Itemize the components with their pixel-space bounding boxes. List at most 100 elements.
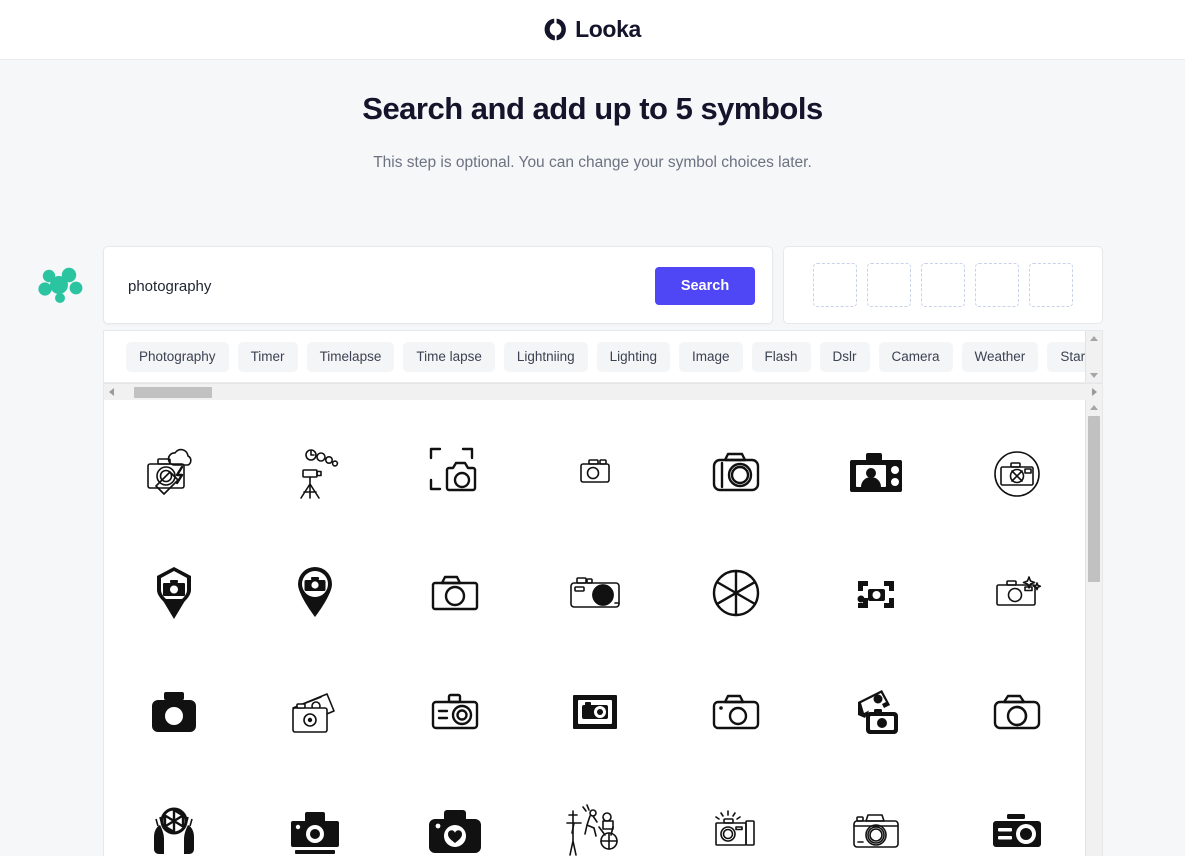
- symbol-tile[interactable]: [947, 531, 1087, 650]
- camera-crop-frame-icon: [423, 440, 487, 504]
- symbol-grid: [104, 400, 1087, 856]
- symbol-tile[interactable]: [806, 769, 946, 856]
- tag-chip[interactable]: Image: [678, 342, 743, 372]
- brand-logo[interactable]: Looka: [544, 16, 641, 43]
- camera-sparkle-thin-icon: [985, 559, 1049, 623]
- symbol-tile[interactable]: [244, 769, 384, 856]
- camera-framed-square-icon: [563, 678, 627, 742]
- symbol-slot-5[interactable]: [1029, 263, 1073, 307]
- scrollbar-thumb[interactable]: [134, 387, 212, 398]
- tag-chip[interactable]: Lightniing: [503, 342, 588, 372]
- symbol-tile[interactable]: [806, 531, 946, 650]
- symbol-slot-3[interactable]: [921, 263, 965, 307]
- camera-filled-lines-lens-icon: [985, 797, 1049, 856]
- symbol-tile[interactable]: [666, 412, 806, 531]
- camera-dot-outline-icon: [704, 678, 768, 742]
- tags-horizontal-scrollbar[interactable]: [104, 383, 1102, 400]
- camera-filled-stand-icon: [283, 797, 347, 856]
- page-subtitle: This step is optional. You can change yo…: [373, 154, 812, 171]
- tag-chip[interactable]: Weather: [961, 342, 1039, 372]
- selected-symbol-slots: [783, 246, 1103, 324]
- camera-small-outline-icon: [563, 440, 627, 504]
- looka-logo-icon: [544, 18, 567, 41]
- search-input[interactable]: [126, 265, 636, 307]
- symbol-slot-4[interactable]: [975, 263, 1019, 307]
- map-pin-camera-icon: [283, 559, 347, 623]
- hands-aperture-icon: [142, 797, 206, 856]
- camera-filled-rounded-icon: [142, 678, 206, 742]
- page-title: Search and add up to 5 symbols: [362, 91, 823, 126]
- symbol-tile[interactable]: [806, 412, 946, 531]
- symbol-tile[interactable]: [525, 650, 665, 769]
- symbol-tile[interactable]: [244, 650, 384, 769]
- tripod-timelapse-icon: [283, 440, 347, 504]
- tag-chip[interactable]: Timelapse: [306, 342, 395, 372]
- camera-crescent-lens-icon: [985, 678, 1049, 742]
- symbol-tile[interactable]: [104, 531, 244, 650]
- camera-flash-thin-icon: [704, 797, 768, 856]
- aperture-shutter-icon: [704, 559, 768, 623]
- symbol-tile[interactable]: [104, 412, 244, 531]
- related-tags-strip: Photography Timer Timelapse Time lapse Light…: [104, 331, 1102, 383]
- symbol-tile[interactable]: [104, 650, 244, 769]
- scroll-down-arrow-icon[interactable]: [1090, 373, 1098, 378]
- map-pin-shield-camera-icon: [142, 559, 206, 623]
- symbol-tile[interactable]: [525, 531, 665, 650]
- camera-wide-lens-icon: [563, 559, 627, 623]
- symbol-tile[interactable]: [666, 769, 806, 856]
- search-row: Search: [0, 246, 1185, 324]
- grid-vertical-scrollbar[interactable]: [1085, 400, 1102, 856]
- symbol-slot-1[interactable]: [813, 263, 857, 307]
- scroll-right-arrow-icon[interactable]: [1092, 388, 1097, 396]
- tag-chip[interactable]: Camera: [878, 342, 953, 372]
- camera-photos-stack-icon: [283, 678, 347, 742]
- search-card: Search: [103, 246, 773, 324]
- symbol-tile[interactable]: [947, 769, 1087, 856]
- tags-vertical-scrollbar[interactable]: [1085, 331, 1102, 382]
- scroll-left-arrow-icon[interactable]: [109, 388, 114, 396]
- camera-focus-brackets-icon: [844, 559, 908, 623]
- brand-name: Looka: [575, 16, 641, 42]
- tag-chip[interactable]: Photography: [126, 342, 229, 372]
- grid-scrollbar-thumb[interactable]: [1088, 416, 1100, 582]
- tag-chip[interactable]: Flash: [751, 342, 811, 372]
- camera-outline-lens-icon: [704, 440, 768, 504]
- symbol-tile[interactable]: [666, 531, 806, 650]
- green-dots-cluster-icon: [38, 267, 83, 303]
- camera-simple-outline-icon: [423, 559, 487, 623]
- related-tags-row: Photography Timer Timelapse Time lapse Light…: [104, 331, 1102, 382]
- tag-chip[interactable]: Lighting: [596, 342, 670, 372]
- camera-storm-cloud-icon: [142, 440, 206, 504]
- symbol-tile[interactable]: [385, 412, 525, 531]
- symbol-tile[interactable]: [385, 531, 525, 650]
- grid-scroll-up-arrow-icon[interactable]: [1090, 405, 1098, 410]
- symbol-tile[interactable]: [947, 650, 1087, 769]
- symbol-tile[interactable]: [104, 769, 244, 856]
- camera-photos-bold-icon: [844, 678, 908, 742]
- photographer-tripod-scene-icon: [563, 797, 627, 856]
- camera-retro-outline-icon: [844, 797, 908, 856]
- camera-heart-filled-icon: [423, 797, 487, 856]
- symbol-tile[interactable]: [385, 769, 525, 856]
- symbol-grid-area: [104, 400, 1102, 856]
- symbol-tile[interactable]: [806, 650, 946, 769]
- symbol-slot-2[interactable]: [867, 263, 911, 307]
- tag-chip[interactable]: Time lapse: [403, 342, 495, 372]
- camera-lines-lens-icon: [423, 678, 487, 742]
- symbol-tile[interactable]: [244, 412, 384, 531]
- symbol-tile[interactable]: [947, 412, 1087, 531]
- scroll-up-arrow-icon[interactable]: [1090, 336, 1098, 341]
- search-button[interactable]: Search: [655, 267, 755, 305]
- symbol-tile[interactable]: [525, 769, 665, 856]
- top-brand-bar: Looka: [0, 0, 1185, 60]
- symbol-tile[interactable]: [385, 650, 525, 769]
- symbol-tile[interactable]: [666, 650, 806, 769]
- camera-portrait-filled-icon: [844, 440, 908, 504]
- camera-in-circle-icon: [985, 440, 1049, 504]
- results-panel: Photography Timer Timelapse Time lapse Light…: [103, 330, 1103, 856]
- symbol-tile[interactable]: [525, 412, 665, 531]
- tag-chip[interactable]: Dslr: [819, 342, 870, 372]
- page-body: Search and add up to 5 symbols This step…: [0, 60, 1185, 856]
- tag-chip[interactable]: Timer: [237, 342, 298, 372]
- symbol-tile[interactable]: [244, 531, 384, 650]
